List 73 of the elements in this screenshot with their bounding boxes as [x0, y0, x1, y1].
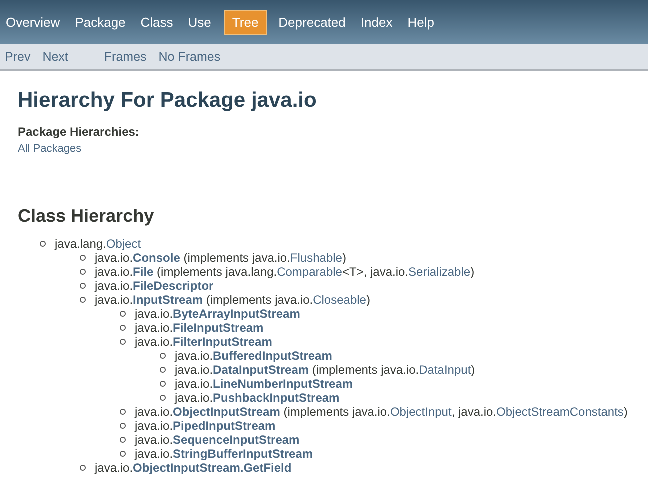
class-link[interactable]: File: [133, 265, 154, 279]
tree-entry: java.io.StringBufferInputStream: [135, 447, 314, 461]
bullet-icon: [40, 241, 46, 247]
section-title: Class Hierarchy: [18, 206, 156, 227]
class-link[interactable]: FileInputStream: [173, 321, 264, 335]
sub-nav-link[interactable]: Next: [42, 50, 68, 64]
bullet-icon: [120, 409, 126, 415]
tree-entry: java.io.BufferedInputStream: [175, 349, 332, 363]
type-link[interactable]: ObjectStreamConstants: [496, 405, 624, 419]
tree-entry: java.io.ByteArrayInputStream: [135, 307, 300, 321]
type-link[interactable]: Serializable: [408, 265, 471, 279]
nav-tab[interactable]: Help: [400, 10, 442, 34]
tree-entry: java.io.FileDescriptor: [95, 279, 214, 293]
nav-tab[interactable]: Package: [68, 10, 133, 34]
nav-tab[interactable]: Overview: [5, 10, 68, 34]
nav-tab[interactable]: Index: [354, 10, 400, 34]
tree-entry: java.io.File (implements java.lang.Comparable<T>, java.io.Serializable): [95, 265, 475, 279]
tree-entry: java.io.LineNumberInputStream: [175, 377, 354, 391]
tree-entry: java.io.PushbackInputStream: [175, 391, 340, 405]
sub-nav-link[interactable]: No Frames: [158, 50, 221, 64]
type-link[interactable]: Comparable: [277, 265, 342, 279]
tree-entry: java.io.PipedInputStream: [135, 419, 276, 433]
tree-entry: java.io.DataInputStream (implements java.io.DataInput): [175, 363, 476, 377]
class-link[interactable]: SequenceInputStream: [173, 433, 300, 447]
bullet-icon: [80, 297, 86, 303]
bullet-icon: [160, 381, 166, 387]
class-link[interactable]: ByteArrayInputStream: [173, 307, 300, 321]
class-link[interactable]: ObjectInputStream.GetField: [133, 461, 292, 475]
class-link[interactable]: ObjectInputStream: [173, 405, 280, 419]
class-link[interactable]: FileDescriptor: [133, 279, 214, 293]
bullet-icon: [120, 325, 126, 331]
type-link[interactable]: Flushable: [290, 251, 342, 265]
bullet-icon: [120, 339, 126, 345]
bullet-icon: [120, 437, 126, 443]
class-link[interactable]: PushbackInputStream: [213, 391, 340, 405]
tree-entry: java.io.FileInputStream: [135, 321, 264, 335]
nav-tab[interactable]: Use: [181, 10, 218, 34]
tree-entry: java.lang.Object: [55, 237, 142, 251]
bullet-icon: [120, 311, 126, 317]
tree-entry: java.io.ObjectInputStream (implements java.io.ObjectInput, java.io.ObjectStreamConstants): [135, 405, 628, 419]
tree-entry: java.io.InputStream (implements java.io.Closeable): [95, 293, 370, 307]
all-packages-link[interactable]: All Packages: [18, 143, 82, 155]
tree-entry: java.io.SequenceInputStream: [135, 433, 300, 447]
bullet-icon: [80, 255, 86, 261]
class-link[interactable]: InputStream: [133, 293, 204, 307]
tree-entry: java.io.Console (implements java.io.Flushable): [95, 251, 346, 265]
class-link[interactable]: BufferedInputStream: [213, 349, 332, 363]
bullet-icon: [120, 423, 126, 429]
nav-tab[interactable]: Class: [134, 10, 180, 34]
bullet-icon: [80, 269, 86, 275]
type-link[interactable]: ObjectInput: [390, 405, 452, 419]
class-link[interactable]: PipedInputStream: [173, 419, 276, 433]
bullet-icon: [160, 395, 166, 401]
package-hierarchies-label: Package Hierarchies:: [18, 125, 140, 139]
bullet-icon: [120, 451, 126, 457]
class-link[interactable]: StringBufferInputStream: [173, 447, 314, 461]
tree-entry: java.io.ObjectInputStream.GetField: [95, 461, 292, 475]
bullet-icon: [80, 283, 86, 289]
page-title: Hierarchy For Package java.io: [18, 89, 318, 113]
bullet-icon: [160, 367, 166, 373]
type-link[interactable]: Object: [106, 237, 142, 251]
class-link[interactable]: DataInputStream: [213, 363, 310, 377]
sub-nav-link[interactable]: Prev: [5, 50, 31, 64]
tree-entry: java.io.FilterInputStream: [135, 335, 272, 349]
type-link[interactable]: DataInput: [419, 363, 472, 377]
bullet-icon: [160, 353, 166, 359]
type-link[interactable]: Closeable: [313, 293, 366, 307]
class-link[interactable]: Console: [133, 251, 180, 265]
bullet-icon: [80, 465, 86, 471]
class-link[interactable]: FilterInputStream: [173, 335, 272, 349]
class-link[interactable]: LineNumberInputStream: [213, 377, 354, 391]
sub-nav-link[interactable]: Frames: [104, 50, 147, 64]
nav-tab[interactable]: Deprecated: [272, 10, 353, 34]
